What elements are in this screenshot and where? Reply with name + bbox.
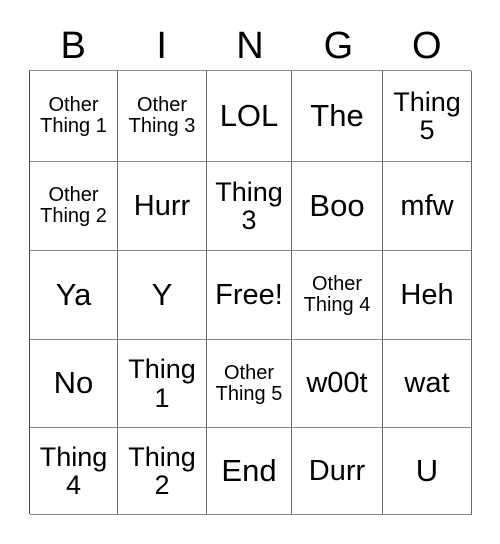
bingo-cell[interactable]: mfw xyxy=(383,162,472,251)
header-letter-g: G xyxy=(323,25,354,67)
bingo-cell[interactable]: Other Thing 3 xyxy=(118,71,207,162)
bingo-cell-label: Hurr xyxy=(133,189,191,222)
bingo-cell-label: Durr xyxy=(308,454,366,487)
bingo-cell-label: Thing 1 xyxy=(128,354,196,413)
bingo-cell[interactable]: Thing 2 xyxy=(118,428,207,515)
bingo-cell[interactable]: The xyxy=(292,71,383,162)
bingo-cell-label: Thing 2 xyxy=(128,441,196,500)
header-letter-b: B xyxy=(60,25,86,67)
bingo-cell[interactable]: Other Thing 5 xyxy=(207,340,292,428)
bingo-cell-label: wat xyxy=(404,367,450,400)
bingo-cell[interactable]: End xyxy=(207,428,292,515)
bingo-cell-label: Boo xyxy=(309,187,365,223)
bingo-cell[interactable]: Boo xyxy=(292,162,383,251)
bingo-cell-label: mfw xyxy=(400,189,454,222)
bingo-cell[interactable]: Hurr xyxy=(118,162,207,251)
bingo-cell[interactable]: Thing 4 xyxy=(30,428,118,515)
bingo-cell-label: Heh xyxy=(400,278,454,311)
bingo-header-row: B I N G O xyxy=(29,22,471,70)
bingo-cell-label: Y xyxy=(151,276,173,312)
bingo-cell-label: End xyxy=(221,452,277,488)
bingo-cell[interactable]: Y xyxy=(118,251,207,340)
header-letter-o: O xyxy=(412,25,442,67)
bingo-cell-label: Other Thing 4 xyxy=(303,273,371,316)
bingo-cell-label: Thing 5 xyxy=(393,86,461,145)
bingo-cell-label: Thing 4 xyxy=(39,441,108,500)
bingo-cell-label: Free! xyxy=(215,278,283,311)
bingo-cell[interactable]: Thing 3 xyxy=(207,162,292,251)
bingo-cell[interactable]: U xyxy=(383,428,472,515)
bingo-cell-label: U xyxy=(415,452,439,488)
header-letter-i: I xyxy=(156,25,167,67)
bingo-cell[interactable]: Thing 5 xyxy=(383,71,472,162)
bingo-cell-label: w00t xyxy=(306,367,368,400)
bingo-grid: Other Thing 1 Other Thing 3 LOL The Thin… xyxy=(29,70,472,515)
bingo-cell[interactable]: w00t xyxy=(292,340,383,428)
bingo-cell-label: Other Thing 2 xyxy=(40,184,107,227)
bingo-cell[interactable]: Other Thing 1 xyxy=(30,71,118,162)
bingo-cell[interactable]: Thing 1 xyxy=(118,340,207,428)
bingo-cell-label: The xyxy=(310,97,364,133)
bingo-card: B I N G O Other Thing 1 Other Thing 3 LO… xyxy=(0,0,500,544)
bingo-cell-label: LOL xyxy=(219,97,279,133)
bingo-cell-label: Other Thing 1 xyxy=(40,94,107,137)
bingo-cell[interactable]: Durr xyxy=(292,428,383,515)
bingo-cell-label: Ya xyxy=(55,276,92,312)
bingo-cell[interactable]: No xyxy=(30,340,118,428)
bingo-cell[interactable]: wat xyxy=(383,340,472,428)
bingo-cell-label: Thing 3 xyxy=(215,176,283,235)
bingo-cell[interactable]: Other Thing 2 xyxy=(30,162,118,251)
bingo-cell[interactable]: Heh xyxy=(383,251,472,340)
bingo-cell-label: Other Thing 5 xyxy=(215,361,283,405)
bingo-cell-free-space[interactable]: Free! xyxy=(207,251,292,340)
bingo-cell[interactable]: Ya xyxy=(30,251,118,340)
bingo-cell[interactable]: LOL xyxy=(207,71,292,162)
header-letter-n: N xyxy=(236,25,264,67)
bingo-cell-label: Other Thing 3 xyxy=(128,94,196,137)
bingo-cell[interactable]: Other Thing 4 xyxy=(292,251,383,340)
bingo-cell-label: No xyxy=(53,365,94,401)
